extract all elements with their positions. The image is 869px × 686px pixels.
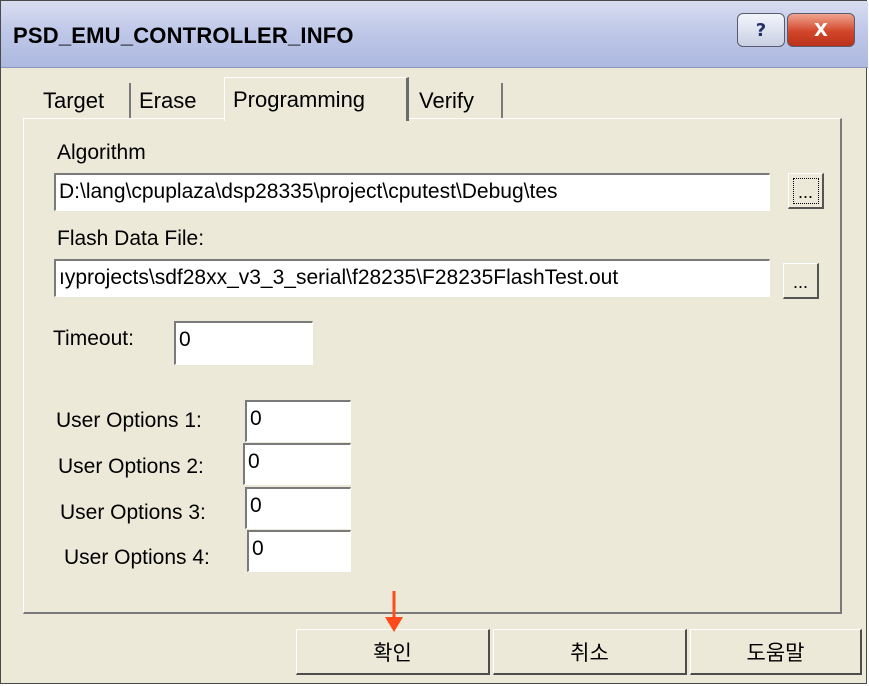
- user-options-4-field[interactable]: 0: [247, 530, 351, 572]
- user-options-1-label: User Options 1:: [56, 409, 202, 432]
- flash-browse-button[interactable]: ...: [783, 263, 819, 299]
- tab-verify[interactable]: Verify: [411, 83, 503, 119]
- tab-erase[interactable]: Erase: [131, 83, 219, 119]
- algorithm-browse-button[interactable]: ...: [788, 173, 824, 209]
- flash-data-file-field[interactable]: ıyprojects\sdf28xx_v3_3_serial\f28235\F2…: [54, 259, 770, 297]
- user-options-4-label: User Options 4:: [64, 546, 210, 569]
- user-options-2-field[interactable]: 0: [243, 443, 351, 485]
- help-icon[interactable]: ?: [737, 13, 785, 47]
- pointer-arrow-icon: [385, 591, 403, 632]
- timeout-label: Timeout:: [53, 327, 134, 350]
- ok-button[interactable]: 확인: [296, 629, 490, 675]
- dialog-window: PSD_EMU_CONTROLLER_INFO ? X Target Erase…: [0, 0, 868, 684]
- tab-target[interactable]: Target: [35, 83, 131, 119]
- user-options-1-field[interactable]: 0: [245, 400, 351, 442]
- user-options-3-label: User Options 3:: [60, 501, 206, 524]
- tab-programming[interactable]: Programming: [224, 77, 409, 121]
- help-button[interactable]: 도움말: [690, 629, 862, 675]
- algorithm-label: Algorithm: [57, 141, 146, 164]
- algorithm-field[interactable]: D:\lang\cpuplaza\dsp28335\project\cputes…: [54, 173, 770, 211]
- user-options-2-label: User Options 2:: [58, 455, 204, 478]
- timeout-field[interactable]: 0: [174, 321, 313, 365]
- cancel-button[interactable]: 취소: [493, 629, 687, 675]
- user-options-3-field[interactable]: 0: [245, 487, 351, 529]
- close-icon[interactable]: X: [787, 13, 855, 47]
- flash-data-file-label: Flash Data File:: [57, 227, 205, 250]
- title-bar[interactable]: PSD_EMU_CONTROLLER_INFO ? X: [1, 1, 868, 68]
- window-title: PSD_EMU_CONTROLLER_INFO: [13, 23, 354, 48]
